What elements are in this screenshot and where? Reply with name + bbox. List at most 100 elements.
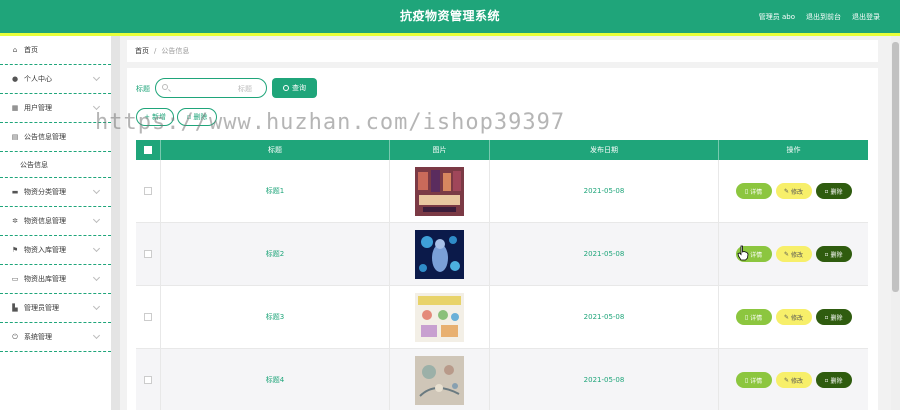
top-actions: 管理员 abo 退出到前台 退出登录: [759, 0, 880, 33]
row-date: 2021-05-08: [490, 223, 719, 285]
search-input[interactable]: 标题: [155, 78, 267, 98]
sidebar-item-profile[interactable]: ● 个人中心: [0, 65, 111, 94]
sidebar-item-stock-in[interactable]: ⚑ 物资入库管理: [0, 236, 111, 265]
edit-button[interactable]: ✎ 修改: [775, 372, 812, 388]
sidebar-item-label: 个人中心: [24, 75, 52, 83]
trash-icon: ▫: [824, 250, 829, 258]
search-icon: [283, 85, 289, 91]
box-icon: ▬: [11, 188, 19, 196]
edit-button[interactable]: ✎ 修改: [775, 183, 812, 199]
delete-button[interactable]: ▫ 删除: [815, 246, 852, 262]
table-icon: ▦: [11, 104, 19, 112]
sidebar-item-label: 管理员管理: [24, 304, 59, 312]
hand-cursor-icon: [737, 245, 749, 261]
notice-table: 标题 图片 发布日期 操作 标题1 2021-05-08 ▯ 详情 ✎ 修改 ▫…: [136, 140, 868, 410]
row-checkbox[interactable]: [144, 250, 152, 258]
flag-icon: ⚑: [11, 246, 19, 254]
sidebar-item-system[interactable]: ⏻ 系统管理: [0, 323, 111, 352]
breadcrumb-current: 公告信息: [161, 47, 190, 55]
sidebar-item-materials[interactable]: ✲ 物资信息管理: [0, 207, 111, 236]
chat-icon: ▭: [11, 275, 19, 283]
power-icon: ⏻: [12, 332, 18, 341]
sidebar-item-stock-out[interactable]: ▭ 物资出库管理: [0, 265, 111, 294]
row-date: 2021-05-08: [490, 286, 719, 348]
document-icon: ▯: [744, 313, 749, 321]
search-placeholder: 标题: [238, 85, 252, 93]
breadcrumb-separator: /: [154, 47, 157, 55]
pencil-icon: ✎: [783, 376, 789, 384]
sidebar: ⌂ 首页 ● 个人中心 ▦ 用户管理 ▤ 公告信息管理 公告信息 ▬ 物资分类管…: [0, 36, 111, 410]
column-header-title: 标题: [161, 140, 390, 160]
chevron-down-icon: [92, 102, 101, 111]
drawing-image: [415, 292, 464, 342]
detail-button[interactable]: ▯详情: [735, 183, 772, 199]
breadcrumb-home[interactable]: 首页: [135, 46, 149, 56]
trash-icon: ▫: [824, 376, 829, 384]
sidebar-item-label: 物资信息管理: [24, 217, 66, 225]
row-title: 标题4: [161, 349, 390, 410]
breadcrumb: 首页 / 公告信息: [127, 40, 878, 62]
column-header-image: 图片: [390, 140, 490, 160]
chevron-down-icon: [92, 215, 101, 224]
table-row: 标题1 2021-05-08 ▯ 详情 ✎ 修改 ▫ 删除: [136, 160, 868, 223]
gear-icon: ✲: [12, 217, 18, 225]
row-checkbox[interactable]: [144, 313, 152, 321]
document-icon: ▯: [744, 187, 749, 195]
sketch-image: [415, 355, 464, 405]
poster-image: [415, 166, 464, 216]
sidebar-subitem-notice-info[interactable]: 公告信息: [0, 152, 111, 178]
search-label: 标题: [136, 85, 150, 93]
sidebar-item-home[interactable]: ⌂ 首页: [0, 36, 111, 65]
table-row: 标题2 2021-05-08 ▯详情 ✎修改 ▫删除: [136, 223, 868, 286]
sidebar-item-label: 物资分类管理: [24, 188, 66, 196]
watermark: https://www.huzhan.com/ishop39397: [95, 110, 566, 135]
back-to-front-link[interactable]: 退出到前台: [806, 12, 841, 22]
sidebar-item-label: 用户管理: [24, 104, 52, 112]
sidebar-item-label: 物资入库管理: [24, 246, 66, 254]
page-scrollbar-thumb[interactable]: [892, 42, 899, 292]
sidebar-item-label: 公告信息管理: [24, 133, 66, 141]
pencil-icon: ✎: [783, 250, 789, 258]
sidebar-item-categories[interactable]: ▬ 物资分类管理: [0, 178, 111, 207]
delete-button[interactable]: ▫ 删除: [815, 309, 852, 325]
row-title: 标题3: [161, 286, 390, 348]
sidebar-item-label: 系统管理: [24, 333, 52, 341]
row-title: 标题2: [161, 223, 390, 285]
detail-button[interactable]: ▯详情: [735, 309, 772, 325]
document-icon: ▯: [744, 376, 749, 384]
search-button[interactable]: 查询: [272, 78, 317, 98]
search-icon: [162, 84, 168, 90]
detail-button[interactable]: ▯详情: [735, 372, 772, 388]
row-date: 2021-05-08: [490, 349, 719, 410]
select-all-checkbox[interactable]: [144, 146, 152, 154]
user-icon: ●: [11, 75, 19, 83]
sidebar-item-label: 物资出库管理: [24, 275, 66, 283]
row-checkbox[interactable]: [144, 187, 152, 195]
delete-button[interactable]: ▫ 删除: [815, 372, 852, 388]
chevron-down-icon: [92, 186, 101, 195]
logout-link[interactable]: 退出登录: [852, 12, 880, 22]
top-accent-line: [0, 33, 900, 36]
delete-button[interactable]: ▫ 删除: [815, 183, 852, 199]
chevron-down-icon: [92, 73, 101, 82]
sidebar-item-label: 公告信息: [20, 160, 48, 169]
sidebar-item-label: 首页: [24, 46, 38, 54]
virus-image: [415, 229, 464, 279]
chevron-down-icon: [92, 302, 101, 311]
table-header: 标题 图片 发布日期 操作: [136, 140, 868, 160]
row-title: 标题1: [161, 160, 390, 222]
column-header-actions: 操作: [786, 146, 801, 154]
sidebar-scrollbar[interactable]: [111, 36, 120, 410]
home-icon: ⌂: [12, 46, 18, 54]
edit-button[interactable]: ✎ 修改: [775, 309, 812, 325]
row-date: 2021-05-08: [490, 160, 719, 222]
row-checkbox[interactable]: [144, 376, 152, 384]
trash-icon: ▫: [824, 187, 829, 195]
current-user: 管理员 abo: [758, 12, 795, 21]
sidebar-item-admins[interactable]: ▙ 管理员管理: [0, 294, 111, 323]
table-row: 标题4 2021-05-08 ▯ 详情 ✎ 修改 ▫ 删除: [136, 349, 868, 410]
chart-icon: ▙: [12, 304, 18, 312]
chevron-down-icon: [92, 331, 101, 340]
chevron-down-icon: [92, 244, 101, 253]
edit-button[interactable]: ✎ 修改: [775, 246, 812, 262]
